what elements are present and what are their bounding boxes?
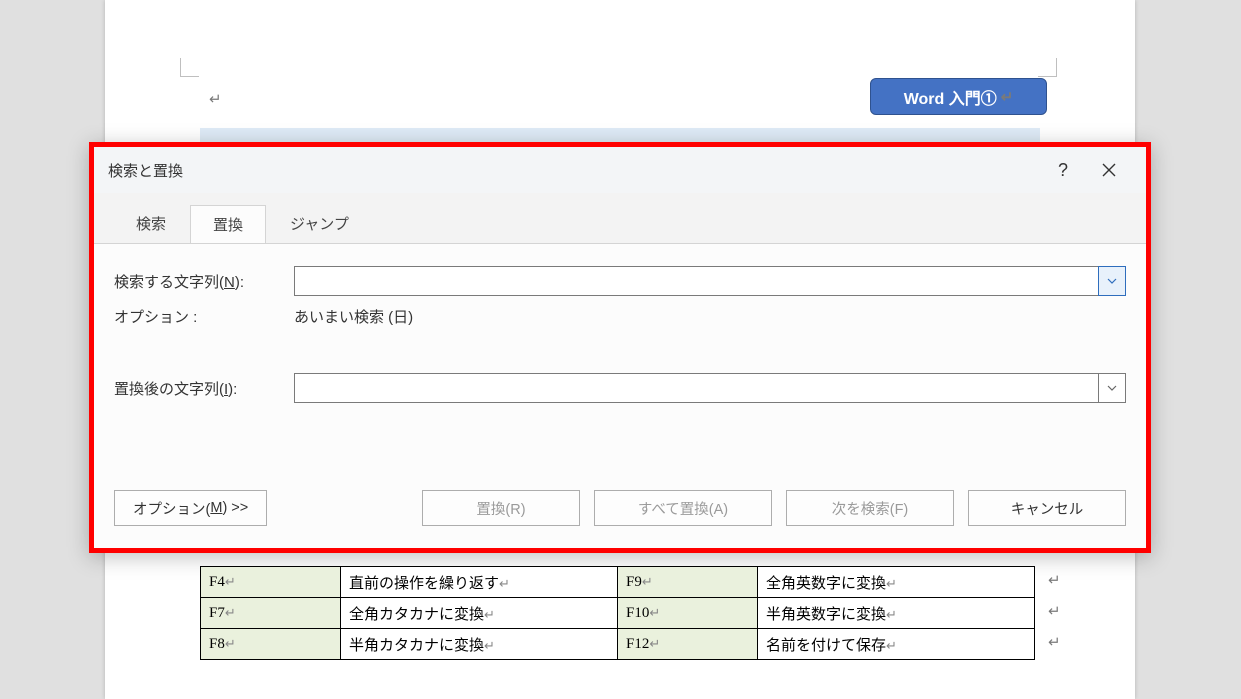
shortcut-key: F8↵ [201, 629, 341, 660]
option-value: あいまい検索 (日) [294, 306, 413, 327]
shortcut-desc: 半角英数字に変換↵ [758, 598, 1035, 629]
find-next-button[interactable]: 次を検索(F) [786, 490, 954, 526]
tab-jump[interactable]: ジャンプ [268, 205, 371, 243]
paragraph-mark-icon: ↵ [1001, 88, 1014, 106]
shortcut-key: F12↵ [618, 629, 758, 660]
margin-corner-left [180, 58, 199, 77]
title-box: Word 入門① ↵ [870, 78, 1047, 115]
shortcut-desc: 全角英数字に変換↵ [758, 567, 1035, 598]
chevron-down-icon [1107, 278, 1117, 284]
replace-all-button[interactable]: すべて置換(A) [594, 490, 772, 526]
tab-search[interactable]: 検索 [114, 205, 188, 243]
replace-input[interactable] [294, 373, 1098, 403]
dialog-buttons: オプション(M) >> 置換(R) すべて置換(A) 次を検索(F) キャンセル [114, 490, 1126, 526]
shortcut-table: F4↵直前の操作を繰り返す↵F9↵全角英数字に変換↵F7↵全角カタカナに変換↵F… [200, 566, 1035, 660]
tab-content: 検索する文字列(N): オプション : あいまい検索 (日) 置換後の文字列(I… [94, 243, 1146, 548]
close-button[interactable] [1086, 147, 1132, 193]
dialog-title: 検索と置換 [108, 160, 183, 181]
find-replace-dialog: 検索と置換 ? 検索 置換 ジャンプ 検索する文字列(N): [89, 142, 1151, 553]
shortcut-key: F9↵ [618, 567, 758, 598]
table-row: F8↵半角カタカナに変換↵F12↵名前を付けて保存↵ [201, 629, 1035, 660]
replace-label: 置換後の文字列(I): [114, 378, 294, 399]
tab-replace[interactable]: 置換 [190, 205, 266, 244]
cancel-button[interactable]: キャンセル [968, 490, 1126, 526]
shortcut-desc: 名前を付けて保存↵ [758, 629, 1035, 660]
paragraph-mark-icon: ↵ [1048, 633, 1061, 651]
shortcut-desc: 直前の操作を繰り返す↵ [341, 567, 618, 598]
shortcut-key: F4↵ [201, 567, 341, 598]
dialog-titlebar: 検索と置換 ? [94, 147, 1146, 193]
replace-button[interactable]: 置換(R) [422, 490, 580, 526]
shortcut-key: F7↵ [201, 598, 341, 629]
replace-combo [294, 373, 1126, 403]
title-box-text: Word 入門① [904, 85, 997, 109]
more-options-button[interactable]: オプション(M) >> [114, 490, 267, 526]
chevron-down-icon [1107, 385, 1117, 391]
replace-row: 置換後の文字列(I): [114, 373, 1126, 403]
find-combo [294, 266, 1126, 296]
dialog-body: 検索 置換 ジャンプ 検索する文字列(N): オプション : あいまい検索 (日… [94, 193, 1146, 548]
shortcut-key: F10↵ [618, 598, 758, 629]
help-button[interactable]: ? [1040, 147, 1086, 193]
replace-dropdown-button[interactable] [1098, 373, 1126, 403]
table-row: F4↵直前の操作を繰り返す↵F9↵全角英数字に変換↵ [201, 567, 1035, 598]
dialog-tabs: 検索 置換 ジャンプ [94, 193, 1146, 243]
find-row: 検索する文字列(N): [114, 266, 1126, 296]
paragraph-mark-icon: ↵ [209, 90, 222, 108]
shortcut-desc: 全角カタカナに変換↵ [341, 598, 618, 629]
find-dropdown-button[interactable] [1098, 266, 1126, 296]
option-label: オプション : [114, 306, 294, 327]
paragraph-mark-icon: ↵ [1048, 571, 1061, 589]
paragraph-mark-icon: ↵ [1048, 602, 1061, 620]
option-row: オプション : あいまい検索 (日) [114, 306, 1126, 327]
shortcut-desc: 半角カタカナに変換↵ [341, 629, 618, 660]
table-row: F7↵全角カタカナに変換↵F10↵半角英数字に変換↵ [201, 598, 1035, 629]
margin-corner-right [1038, 58, 1057, 77]
close-icon [1102, 163, 1116, 177]
find-label: 検索する文字列(N): [114, 271, 294, 292]
find-input[interactable] [294, 266, 1098, 296]
